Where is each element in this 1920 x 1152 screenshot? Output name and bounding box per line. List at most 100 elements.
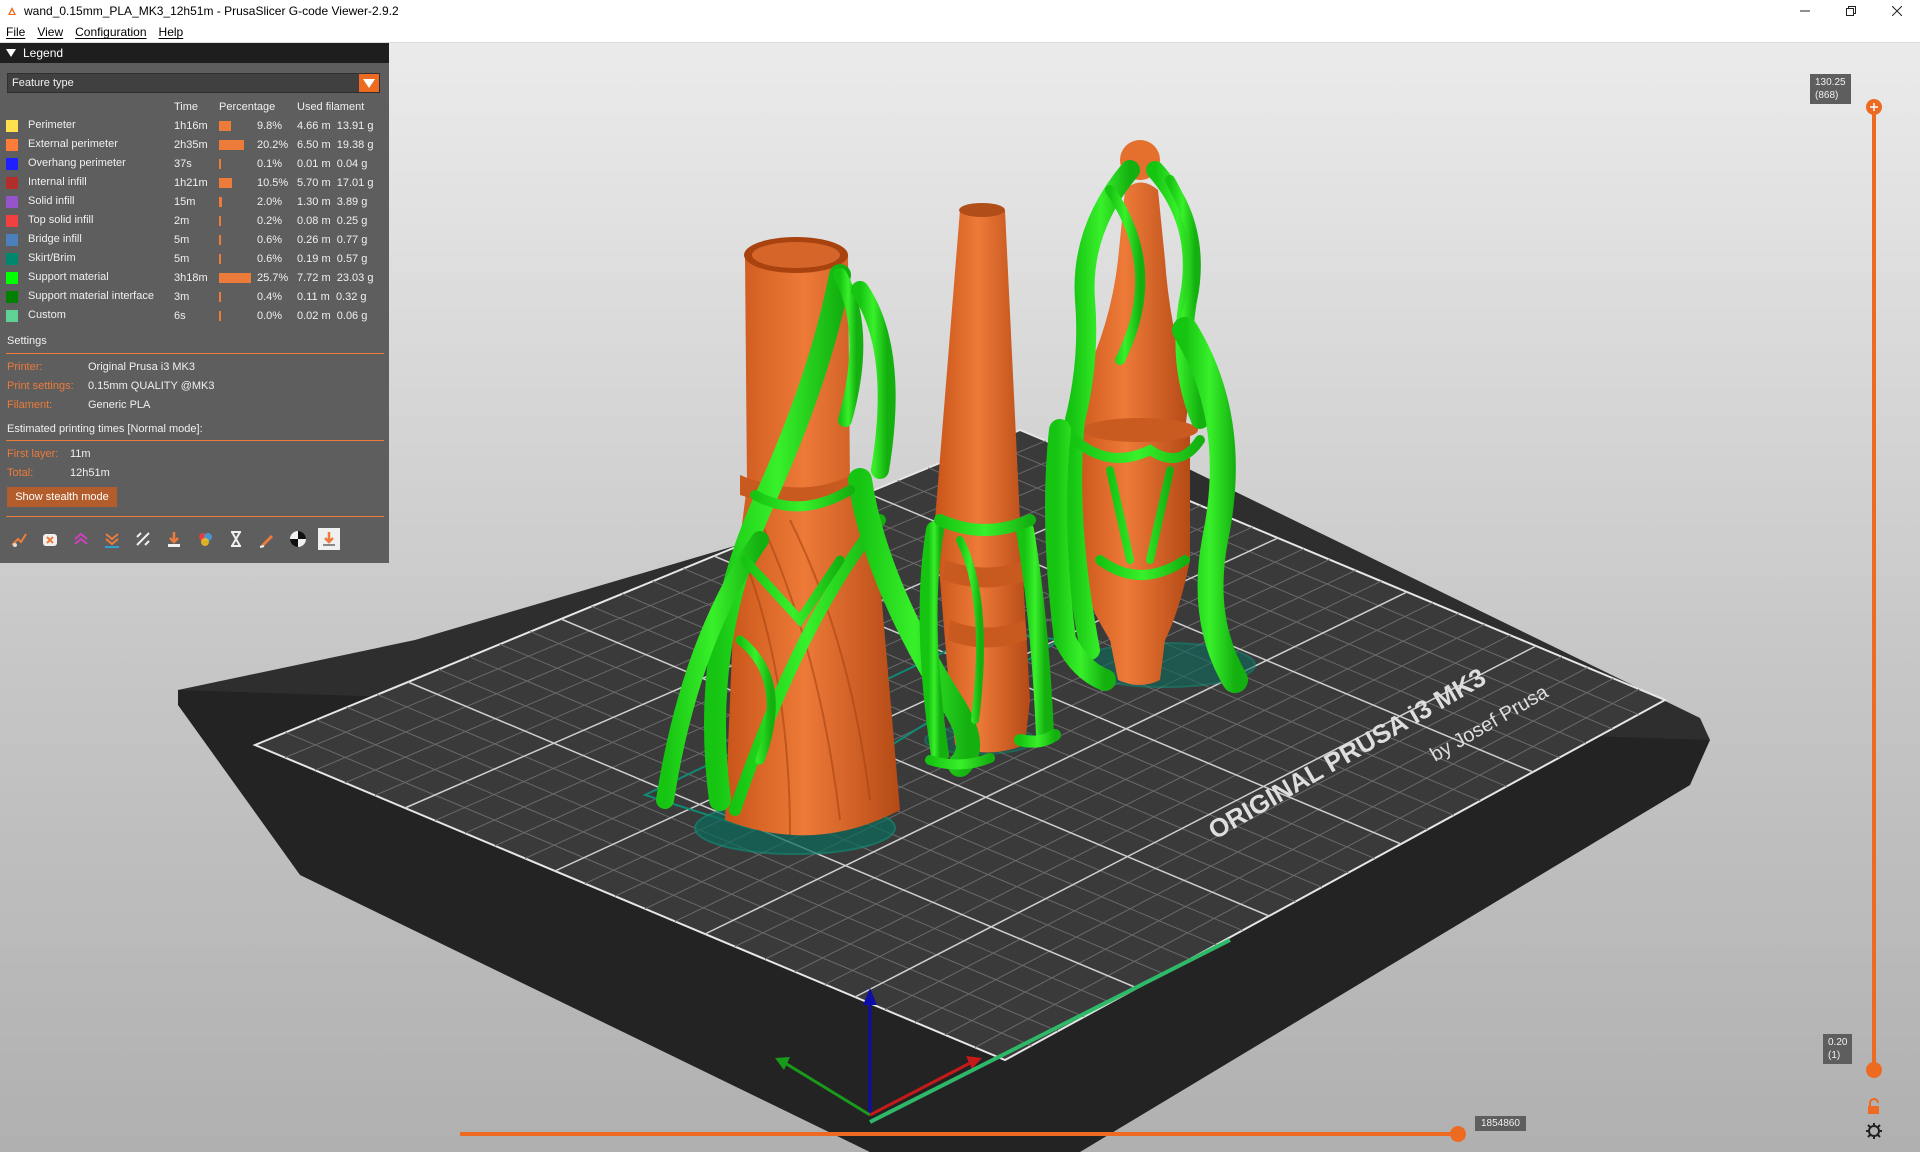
close-button[interactable] (1874, 0, 1920, 22)
menu-configuration[interactable]: Configuration (69, 25, 152, 39)
custom-gcodes-icon[interactable] (256, 528, 278, 550)
legend-item-name: Overhang perimeter (6, 154, 174, 173)
prusaslicer-app-icon (8, 7, 16, 15)
legend-item-filament: 0.19 m 0.57 g (297, 252, 368, 265)
legend-item-name: Support material interface (6, 287, 174, 306)
legend-item-filament: 0.11 m 0.32 g (297, 290, 367, 303)
legend-item-filament: 0.01 m 0.04 g (297, 157, 368, 170)
percentage-bar (219, 310, 221, 321)
deretractions-icon[interactable] (101, 528, 123, 550)
legend-row[interactable]: Skirt/Brim 5m 0.6% 0.19 m 0.57 g (6, 249, 381, 268)
feature-color-swatch (6, 309, 18, 322)
view-type-dropdown-button[interactable] (359, 74, 379, 92)
menu-help[interactable]: Help (153, 25, 190, 39)
legend-item-name: Solid infill (6, 192, 174, 211)
legend-row[interactable]: Solid infill 15m 2.0% 1.30 m 3.89 g (6, 192, 381, 211)
menu-bar: File View Configuration Help (0, 22, 1920, 43)
feature-color-swatch (6, 195, 18, 208)
shells-icon[interactable] (318, 528, 340, 550)
legend-item-filament: 5.70 m 17.01 g (297, 176, 374, 189)
legend-row[interactable]: External perimeter 2h35m 20.2% 6.50 m 19.38… (6, 135, 381, 154)
printer-label: Printer: (7, 361, 43, 373)
minimize-button[interactable] (1782, 0, 1828, 22)
times-divider (6, 440, 384, 441)
col-header-name (6, 97, 174, 116)
legend-item-filament: 0.26 m 0.77 g (297, 233, 368, 246)
close-icon (1892, 6, 1902, 16)
vertical-slider-track[interactable] (1860, 95, 1890, 1152)
percentage-bar (219, 215, 221, 226)
print-settings-label: Print settings: (7, 380, 74, 392)
upper-layer-label: 130.25 (868) (1810, 74, 1851, 104)
total-label: Total: (7, 467, 34, 479)
pause-prints-icon[interactable] (225, 528, 247, 550)
settings-divider (6, 353, 384, 354)
feature-color-swatch (6, 119, 18, 132)
settings-heading: Settings (7, 335, 47, 347)
horizontal-thumb[interactable] (1450, 1126, 1466, 1142)
legend-item-percentage: 0.0% (219, 306, 297, 325)
legend-item-time: 37s (174, 157, 192, 170)
wipe-icon[interactable] (39, 528, 61, 550)
legend-row[interactable]: Bridge infill 5m 0.6% 0.26 m 0.77 g (6, 230, 381, 249)
legend-item-time: 1h21m (174, 176, 208, 189)
travel-icon[interactable] (8, 528, 30, 550)
legend-row[interactable]: Support material 3h18m 25.7% 7.72 m 23.03 g (6, 268, 381, 287)
legend-row[interactable]: Perimeter 1h16m 9.8% 4.66 m 13.91 g (6, 116, 381, 135)
legend-item-filament: 7.72 m 23.03 g (297, 271, 374, 284)
horizontal-slider-track[interactable] (455, 1124, 1475, 1144)
legend-item-filament: 0.08 m 0.25 g (297, 214, 368, 227)
chevron-down-icon (363, 78, 375, 88)
total-value: 12h51m (70, 467, 110, 479)
legend-item-percentage: 2.0% (219, 192, 297, 211)
legend-header[interactable]: Legend (0, 43, 389, 63)
feature-color-swatch (6, 176, 18, 189)
first-layer-value: 11m (70, 448, 91, 460)
view-type-value: Feature type (12, 77, 74, 89)
lower-layer-label: 0.20 (1) (1823, 1034, 1853, 1064)
percentage-bar (219, 196, 222, 207)
percentage-bar (219, 139, 244, 150)
legend-item-percentage: 0.1% (219, 154, 297, 173)
restore-button[interactable] (1828, 0, 1874, 22)
legend-item-time: 1h16m (174, 119, 208, 132)
legend-row[interactable]: Overhang perimeter 37s 0.1% 0.01 m 0.04 g (6, 154, 381, 173)
legend-row[interactable]: Support material interface 3m 0.4% 0.11 m 0… (6, 287, 381, 306)
filament-value: Generic PLA (88, 399, 151, 411)
print-settings-value: 0.15mm QUALITY @MK3 (88, 380, 215, 392)
view-type-select[interactable]: Feature type (7, 73, 380, 93)
feature-color-swatch (6, 214, 18, 227)
legend-item-name: Support material (6, 268, 174, 287)
percentage-bar (219, 272, 251, 283)
percentage-bar (219, 158, 221, 169)
menu-file[interactable]: File (0, 25, 31, 39)
legend-row[interactable]: Custom 6s 0.0% 0.02 m 0.06 g (6, 306, 381, 325)
legend-row[interactable]: Top solid infill 2m 0.2% 0.08 m 0.25 g (6, 211, 381, 230)
legend-item-time: 6s (174, 309, 186, 322)
legend-item-percentage: 20.2% (219, 135, 297, 154)
settings-cog-icon[interactable] (1865, 1122, 1883, 1140)
legend-row[interactable]: Internal infill 1h21m 10.5% 5.70 m 17.01 g (6, 173, 381, 192)
tool-changes-icon[interactable] (163, 528, 185, 550)
menu-view[interactable]: View (31, 25, 69, 39)
col-header-time: Time (174, 100, 199, 113)
legend-item-name: Top solid infill (6, 211, 174, 230)
percentage-bar (219, 177, 232, 188)
percentage-bar (219, 291, 221, 302)
filament-label: Filament: (7, 399, 53, 411)
lock-icon[interactable] (1865, 1098, 1883, 1116)
retractions-icon[interactable] (70, 528, 92, 550)
legend-item-percentage: 0.4% (219, 287, 297, 306)
center-of-gravity-icon[interactable] (287, 528, 309, 550)
lower-thumb[interactable] (1866, 1062, 1882, 1078)
title-bar: wand_0.15mm_PLA_MK3_12h51m - PrusaSlicer… (0, 0, 1920, 22)
print-times-heading: Estimated printing times [Normal mode]: (7, 423, 203, 435)
legend-item-name: External perimeter (6, 135, 174, 154)
seams-icon[interactable] (132, 528, 154, 550)
legend-item-name: Custom (6, 306, 174, 325)
window-title: wand_0.15mm_PLA_MK3_12h51m - PrusaSlicer… (24, 4, 399, 18)
legend-item-time: 5m (174, 252, 190, 265)
legend-item-filament: 4.66 m 13.91 g (297, 119, 374, 132)
show-stealth-mode-button[interactable]: Show stealth mode (7, 487, 117, 507)
color-changes-icon[interactable] (194, 528, 216, 550)
